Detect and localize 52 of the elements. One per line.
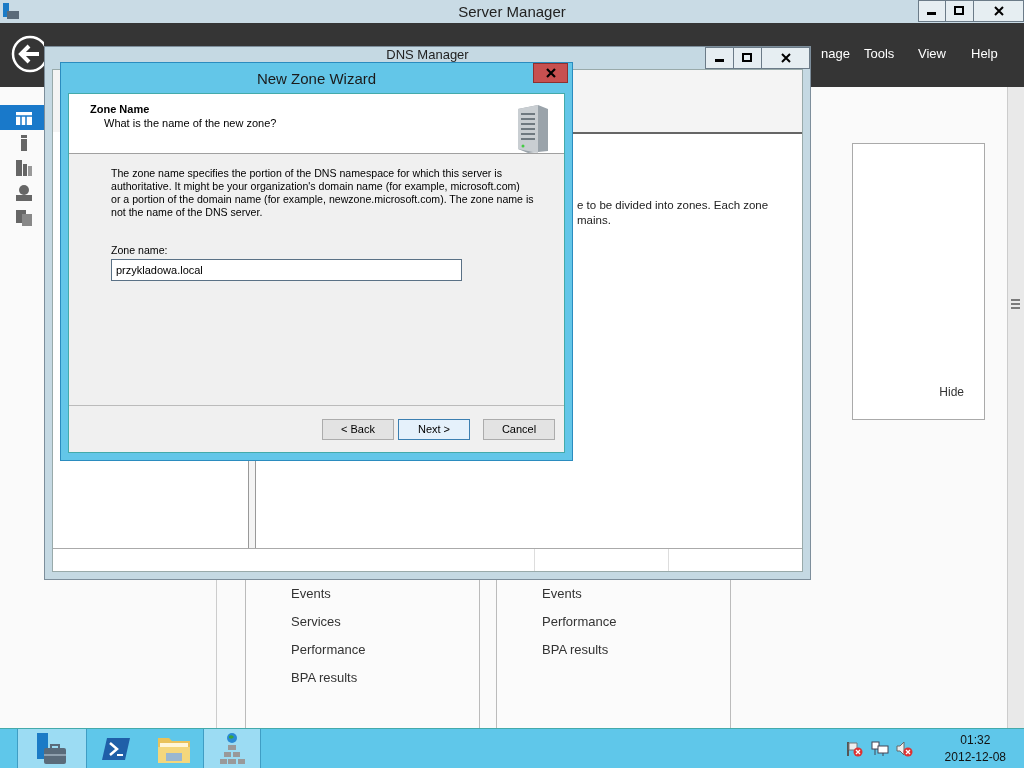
close-button[interactable] — [973, 0, 1024, 22]
tile-link[interactable]: Events — [291, 584, 479, 603]
maximize-icon — [742, 53, 753, 63]
window-title: Server Manager — [458, 3, 566, 20]
sidebar-icon — [16, 209, 32, 226]
field-label: Zone name: — [111, 244, 169, 256]
server-manager-icon — [2, 3, 20, 20]
tile-link[interactable]: Events — [542, 584, 730, 603]
description-text: The zone name specifies the portion of the DNS namespace for which this server is authoritative. It might be your organization's domain name (for example, microsoft.com) or a portion of the domain name (for example, newzone.microsoft.com). The zone name is not the name of the DNS server. — [111, 167, 535, 219]
close-icon — [993, 6, 1004, 16]
tile-link[interactable]: Services — [291, 612, 479, 631]
tile-link[interactable]: Performance — [291, 640, 479, 659]
network-icon[interactable] — [870, 740, 889, 757]
sidebar-icon — [16, 159, 32, 176]
close-button[interactable] — [761, 47, 810, 69]
minimize-button[interactable] — [705, 47, 734, 69]
dns-network-icon — [217, 731, 247, 766]
page-heading: Zone Name — [90, 103, 151, 115]
hide-link[interactable]: Hide — [939, 385, 964, 399]
flag-error-icon[interactable] — [845, 740, 864, 757]
wizard-button[interactable]: Cancel — [483, 418, 555, 440]
back-arrow-icon[interactable] — [11, 35, 44, 73]
close-icon — [545, 68, 556, 78]
menu-item[interactable]: Tools — [864, 46, 918, 61]
minimize-button[interactable] — [918, 0, 946, 22]
maximize-button[interactable] — [945, 0, 974, 22]
maximize-icon — [954, 6, 965, 16]
dialog-title: New Zone Wizard — [255, 69, 378, 87]
wizard-button[interactable]: Next > — [398, 418, 470, 440]
menu-item[interactable]: View — [918, 46, 971, 61]
sidebar-item[interactable] — [0, 105, 44, 130]
window-title: DNS Manager — [385, 47, 470, 62]
zone-name-field[interactable]: przykladowa.local — [111, 259, 462, 281]
powershell-icon — [101, 735, 131, 762]
tile-link[interactable]: BPA results — [542, 640, 730, 659]
sidebar-icon — [16, 109, 32, 126]
taskbar-button[interactable] — [17, 729, 87, 768]
server-toolbox-icon — [35, 731, 69, 766]
speaker-muted-icon[interactable] — [895, 740, 914, 757]
description-text: e to be divided into zones. Each zone mains. — [577, 198, 769, 228]
menu-item[interactable]: Help — [971, 46, 998, 61]
clock[interactable]: 01:32 2012-12-08 — [944, 731, 1006, 766]
tile-link[interactable]: Performance — [542, 612, 730, 631]
scroll-grip-icon[interactable] — [1011, 299, 1020, 309]
menu-item[interactable]: nage — [821, 46, 864, 61]
tile-link[interactable]: BPA results — [291, 668, 479, 687]
sidebar-icon — [16, 184, 32, 201]
maximize-button[interactable] — [733, 47, 762, 69]
wizard-button[interactable]: < Back — [322, 418, 394, 440]
scrollbar[interactable] — [1007, 87, 1024, 728]
close-icon — [780, 53, 791, 63]
page-subheading: What is the name of the new zone? — [103, 117, 277, 129]
